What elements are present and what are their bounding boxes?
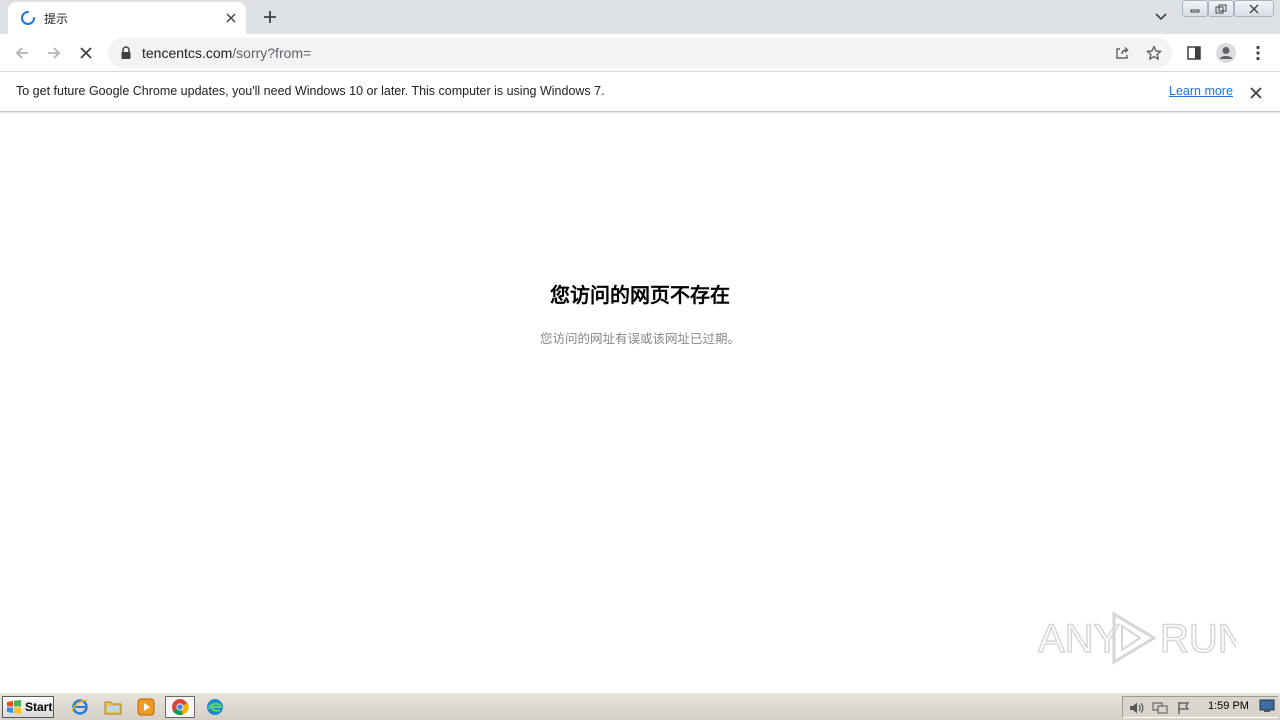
loading-spinner-icon [20,10,36,26]
side-panel-icon [1187,46,1201,60]
volume-icon[interactable] [1127,699,1145,717]
tab-title: 提示 [44,12,69,26]
stop-loading-button[interactable] [74,41,98,65]
minimize-button[interactable] [1182,0,1208,17]
lock-icon[interactable] [120,46,132,60]
show-desktop-icon[interactable] [1258,697,1276,715]
more-vertical-icon [1256,45,1260,61]
close-window-button[interactable] [1234,0,1274,17]
arrow-right-icon [48,47,61,59]
url-text: tencentcs.com/sorry?from= [142,45,311,61]
update-infobar: To get future Google Chrome updates, you… [0,72,1280,112]
chrome-icon[interactable] [165,696,195,718]
start-label: Start [25,700,53,714]
plus-icon [264,11,276,23]
close-icon [80,47,92,59]
url-host: tencentcs.com [142,45,233,61]
bookmark-star-icon[interactable] [1145,44,1163,62]
tab-close-icon[interactable] [222,9,240,27]
taskbar: Start 1:59 PM [0,692,1280,720]
back-button[interactable] [10,41,34,65]
action-center-flag-icon[interactable] [1175,699,1193,717]
profile-avatar-button[interactable] [1214,41,1238,65]
windows-logo-icon [7,700,21,714]
browser-menu-button[interactable] [1246,41,1270,65]
chevron-down-icon [1155,13,1167,21]
share-icon[interactable] [1113,44,1131,62]
url-path: /sorry?from= [232,45,312,61]
anyrun-watermark-logo: ANY RUN [1036,606,1247,670]
learn-more-link[interactable]: Learn more [1169,84,1233,98]
restore-button[interactable] [1208,0,1234,17]
taskbar-clock[interactable]: 1:59 PM [1208,700,1249,712]
page-title: 您访问的网页不存在 [550,285,730,307]
start-button[interactable]: Start [2,696,54,718]
browser-toolbar: tencentcs.com/sorry?from= [0,34,1280,72]
new-tab-button[interactable] [258,6,282,28]
tab-search-button[interactable] [1150,6,1172,28]
system-tray [1122,696,1278,718]
edge-icon[interactable] [205,697,225,717]
tab-strip: 提示 [0,0,1280,34]
avatar-icon [1216,43,1236,63]
browser-tab[interactable]: 提示 [8,2,246,34]
side-panel-button[interactable] [1182,41,1206,65]
internet-explorer-icon[interactable] [70,697,90,717]
file-explorer-icon[interactable] [103,697,123,717]
address-bar[interactable]: tencentcs.com/sorry?from= [108,38,1172,68]
svg-text:ANY: ANY [1038,617,1120,661]
forward-button[interactable] [42,41,66,65]
page-description: 您访问的网址有误或该网址已过期。 [539,332,740,346]
arrow-left-icon [15,47,28,59]
infobar-message: To get future Google Chrome updates, you… [16,84,605,98]
svg-text:RUN: RUN [1160,617,1236,661]
window-controls [1182,0,1274,18]
infobar-close-icon[interactable] [1247,84,1265,102]
network-icon[interactable] [1151,699,1169,717]
media-player-icon[interactable] [136,697,156,717]
